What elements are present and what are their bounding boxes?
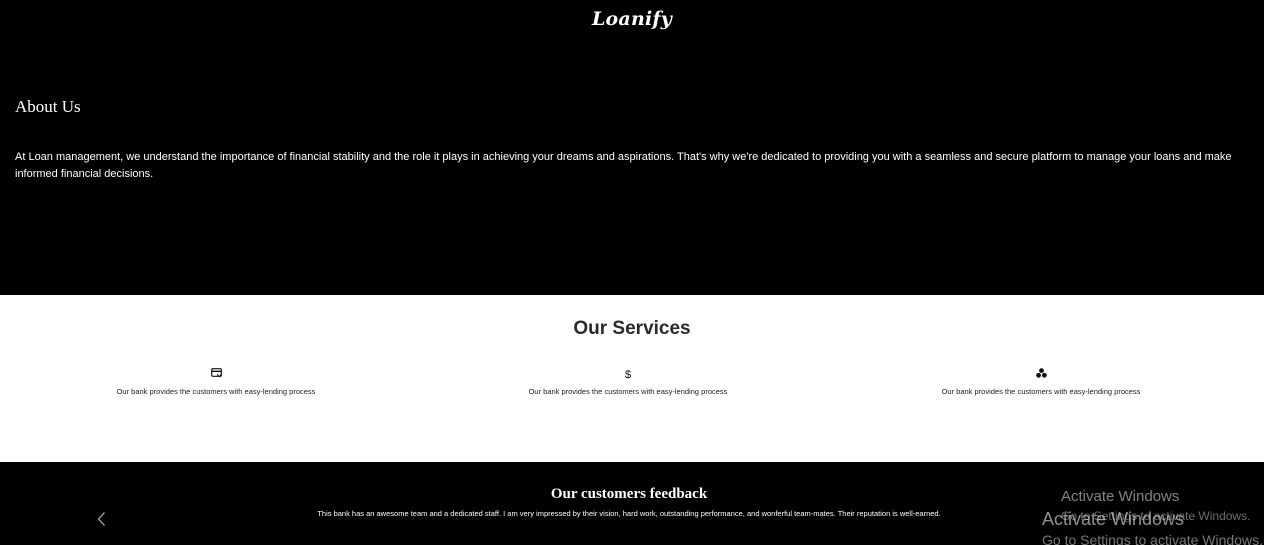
- about-text: At Loan management, we understand the im…: [15, 151, 1232, 180]
- coins-stack-icon: [911, 368, 1171, 382]
- site-logo[interactable]: Loanify: [0, 8, 1264, 30]
- dollar-icon: $: [624, 369, 632, 381]
- services-title: Our Services: [573, 318, 691, 339]
- service-card: Our bank provides the customers with eas…: [86, 368, 346, 396]
- service-text: Our bank provides the customers with eas…: [116, 387, 316, 396]
- windows-activation-watermark: Activate Windows: [1061, 488, 1180, 505]
- windows-activation-hint: Go to Settings to activate Windows.: [1042, 532, 1263, 545]
- service-card: Our bank provides the customers with eas…: [911, 368, 1171, 396]
- service-card: $ Our bank provides the customers with e…: [498, 368, 758, 396]
- credit-card-icon: [86, 368, 346, 382]
- services-section: Our Services Our bank provides the custo…: [0, 295, 1264, 462]
- service-text: Our bank provides the customers with eas…: [941, 387, 1141, 396]
- page: Loanify About Us At Loan management, we …: [0, 0, 1264, 545]
- windows-activation-watermark: Activate Windows: [1042, 509, 1185, 529]
- service-text: Our bank provides the customers with eas…: [528, 387, 728, 396]
- about-title: About Us: [15, 97, 81, 116]
- about-section: Loanify About Us At Loan management, we …: [0, 0, 1264, 295]
